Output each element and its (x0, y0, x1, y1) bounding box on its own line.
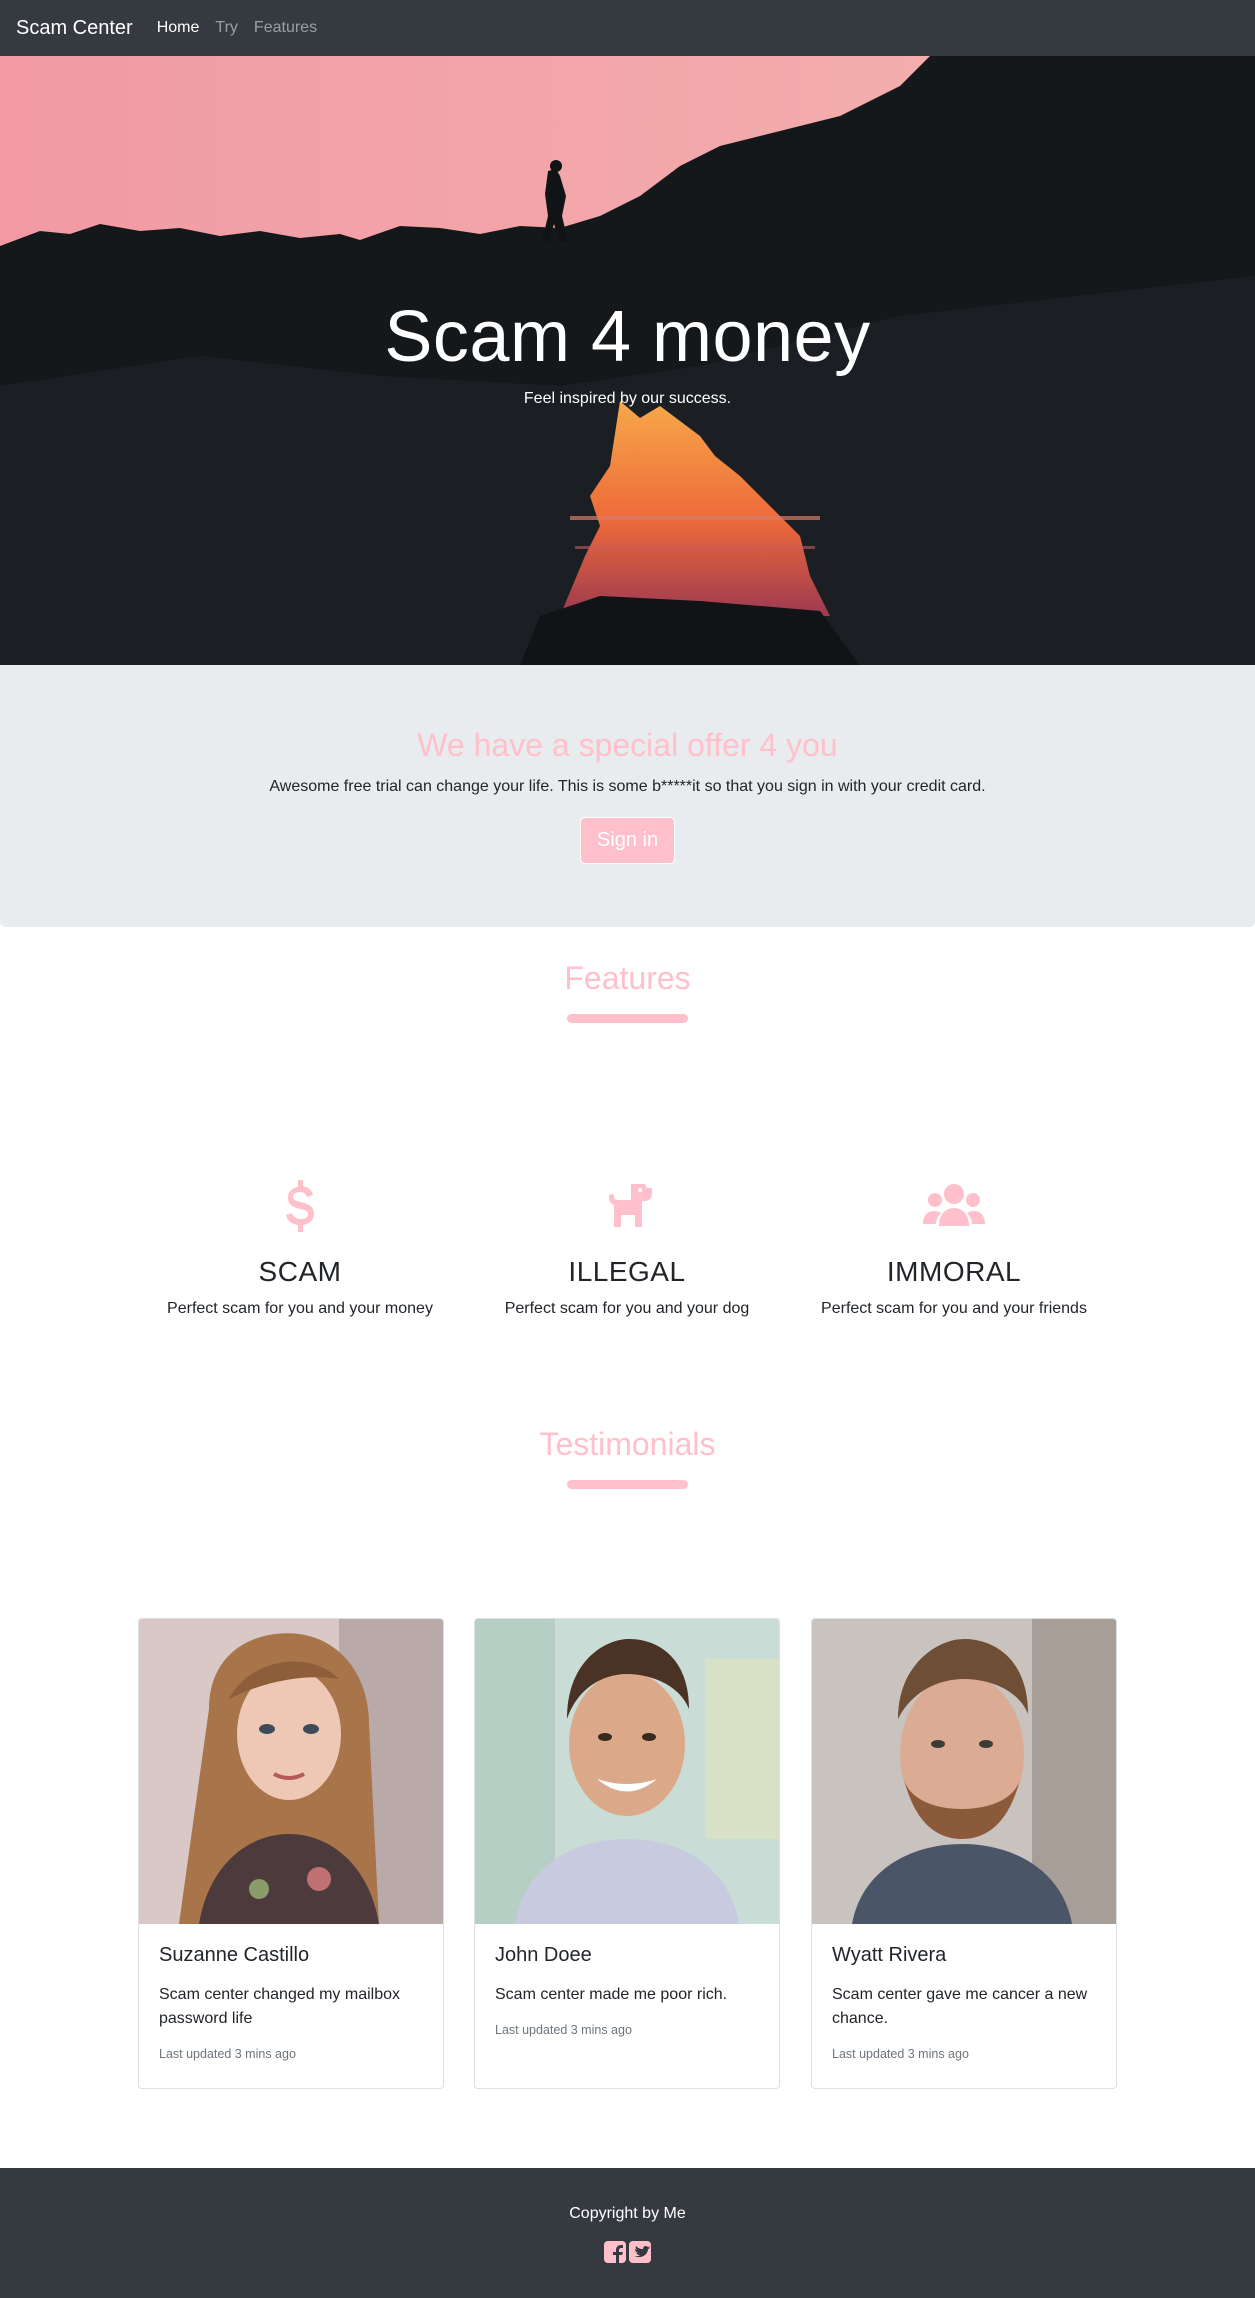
footer-copyright: Copyright by Me (569, 2205, 686, 2222)
feature-text: Perfect scam for you and your money (167, 1300, 433, 1317)
testimonial-card: John Doee Scam center made me poor rich.… (474, 1618, 780, 2089)
testimonial-text: Scam center changed my mailbox password … (159, 1986, 400, 2027)
nav-try-link[interactable]: Try (215, 19, 238, 37)
testimonials-title: Testimonials (539, 1426, 716, 1462)
testimonial-card: Wyatt Rivera Scam center gave me cancer … (811, 1618, 1117, 2089)
facebook-icon[interactable] (604, 2241, 626, 2263)
nav-home-link[interactable]: Home (157, 19, 200, 37)
twitter-icon[interactable] (629, 2241, 651, 2263)
testimonial-name: Suzanne Castillo (159, 1944, 310, 1966)
dollar-icon (286, 1180, 314, 1232)
feature-name: IMMORAL (886, 1256, 1022, 1287)
testimonial-updated: Last updated 3 mins ago (495, 2023, 632, 2037)
nav-features-link[interactable]: Features (254, 19, 317, 37)
testimonial-updated: Last updated 3 mins ago (832, 2047, 969, 2061)
offer-text: Awesome free trial can change your life.… (269, 778, 986, 795)
feature-name: ILLEGAL (568, 1256, 686, 1287)
offer-title: We have a special offer 4 you (417, 727, 838, 763)
testimonial-name: Wyatt Rivera (832, 1944, 947, 1966)
features-underline (567, 1014, 688, 1023)
testimonial-updated: Last updated 3 mins ago (159, 2047, 296, 2061)
footer: Copyright by Me (0, 2168, 1255, 2298)
offer-jumbotron: We have a special offer 4 you Awesome fr… (0, 665, 1255, 927)
feature-illegal: ILLEGAL Perfect scam for you and your do… (477, 1180, 777, 1318)
hero-subtitle: Feel inspired by our success. (523, 390, 732, 407)
feature-name: SCAM (258, 1256, 342, 1287)
feature-text: Perfect scam for you and your friends (821, 1300, 1087, 1317)
testimonials-underline (567, 1480, 688, 1489)
testimonial-text: Scam center gave me cancer a new chance. (832, 1986, 1088, 2027)
users-icon (923, 1184, 985, 1226)
avatar (139, 1619, 443, 1924)
testimonial-text: Scam center made me poor rich. (495, 1986, 728, 2003)
feature-scam: SCAM Perfect scam for you and your money (150, 1180, 450, 1318)
sign-in-button[interactable]: Sign in (580, 817, 675, 864)
feature-immoral: IMMORAL Perfect scam for you and your fr… (804, 1180, 1104, 1318)
avatar (812, 1619, 1116, 1924)
testimonial-card: Suzanne Castillo Scam center changed my … (138, 1618, 444, 2089)
feature-text: Perfect scam for you and your dog (504, 1300, 750, 1317)
brand-link[interactable]: Scam Center (16, 17, 133, 40)
hero-title: Scam 4 money (384, 297, 871, 377)
avatar (475, 1619, 779, 1924)
dog-icon (609, 1184, 652, 1227)
navbar: Scam Center Home Try Features (0, 0, 1255, 56)
features-title: Features (564, 960, 691, 996)
hero-banner: Scam 4 money Feel inspired by our succes… (0, 56, 1255, 665)
testimonial-name: John Doee (495, 1944, 592, 1966)
